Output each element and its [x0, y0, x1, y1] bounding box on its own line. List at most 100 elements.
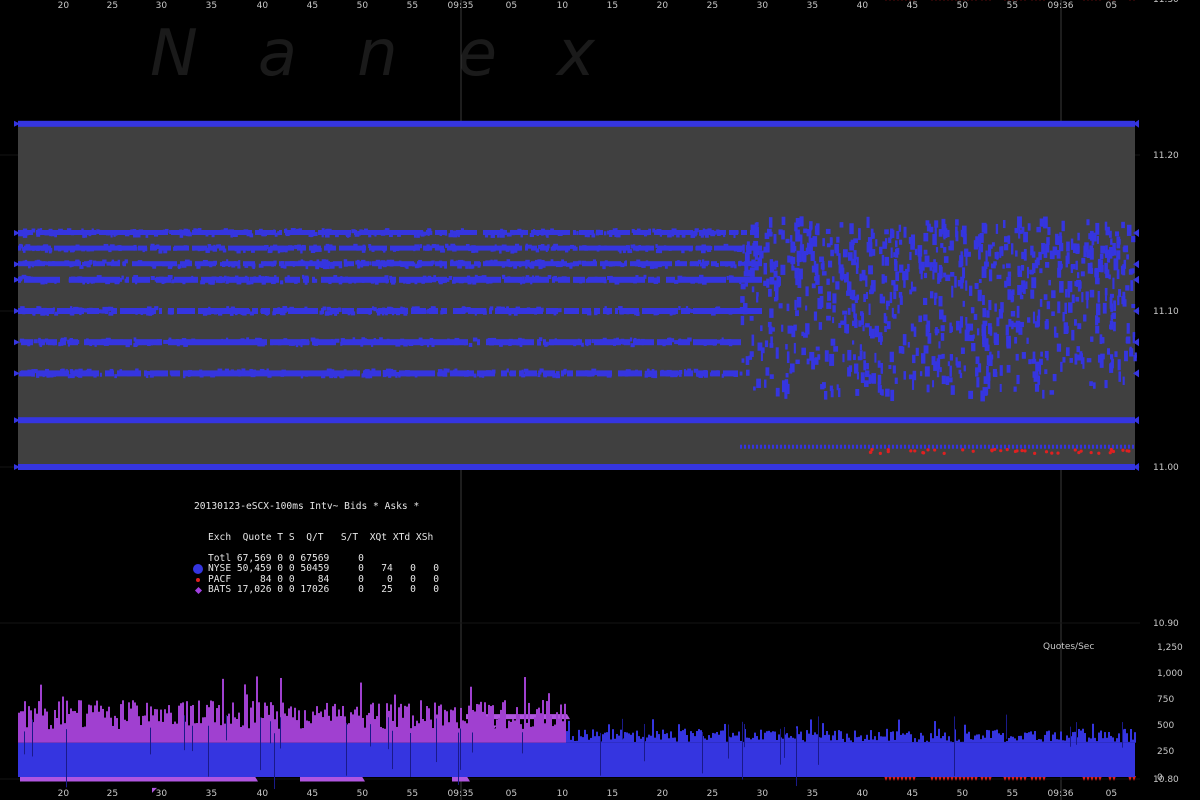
- nyse-quote: [750, 276, 753, 283]
- nyse-quote: [612, 245, 615, 251]
- bats-volume-bar: [246, 694, 248, 743]
- nyse-quote: [636, 370, 639, 377]
- nyse-quote: [261, 245, 264, 251]
- nyse-quote: [387, 261, 390, 267]
- nyse-quote: [105, 339, 108, 346]
- nyse-quote: [1076, 272, 1080, 279]
- bats-volume-bar: [46, 711, 48, 743]
- nyse-quote: [147, 308, 150, 314]
- pacf-quote: [989, 0, 991, 1]
- nyse-quote: [830, 338, 836, 346]
- nyse-volume-bar: [768, 730, 770, 743]
- nyse-quote: [246, 370, 249, 377]
- nyse-quote: [456, 339, 459, 346]
- nyse-quote: [330, 276, 333, 283]
- nyse-volume-bar: [962, 741, 964, 743]
- nyse-volume-bar: [1102, 738, 1104, 743]
- nyse-quote: [510, 308, 513, 314]
- nyse-quote: [860, 444, 862, 449]
- nyse-quote: [513, 308, 516, 314]
- nyse-quote: [423, 339, 426, 346]
- nyse-quote: [93, 276, 96, 283]
- nyse-quote: [618, 261, 621, 267]
- nyse-quote: [624, 261, 627, 267]
- nyse-quote: [342, 308, 345, 314]
- nyse-quote: [888, 364, 892, 370]
- nyse-quote: [243, 339, 246, 346]
- nyse-quote: [759, 308, 762, 314]
- nyse-quote: [929, 291, 934, 299]
- nyse-quote: [861, 269, 866, 281]
- nyse-quote: [751, 286, 755, 293]
- nyse-quote: [189, 276, 192, 283]
- nyse-quote: [1112, 277, 1115, 290]
- nyse-quote: [117, 261, 120, 267]
- bats-volume-bar: [396, 726, 398, 743]
- nyse-quote: [24, 308, 27, 314]
- nyse-quote: [249, 370, 252, 377]
- nyse-volume-bar: [676, 741, 678, 743]
- nyse-quote: [756, 292, 759, 297]
- nyse-volume-bar: [1092, 723, 1094, 743]
- nyse-quote: [1047, 226, 1051, 235]
- nyse-quote: [240, 370, 243, 377]
- nyse-volume-bar: [672, 737, 674, 743]
- nyse-quote: [525, 261, 528, 267]
- bats-volume-bar: [544, 723, 546, 743]
- nyse-quote: [75, 245, 78, 251]
- nyse-quote: [552, 276, 555, 283]
- nyse-volume-bar: [576, 740, 578, 743]
- nyse-quote: [105, 370, 108, 377]
- nyse-quote: [393, 370, 396, 377]
- nyse-quote: [318, 339, 321, 346]
- nyse-quote: [249, 230, 252, 235]
- nyse-quote: [740, 444, 742, 449]
- nyse-quote: [563, 368, 567, 373]
- nyse-quote: [1057, 267, 1062, 278]
- time-tick-label: 45: [907, 789, 918, 799]
- pacf-quote: [926, 448, 930, 452]
- nyse-quote: [120, 245, 123, 251]
- nyse-quote: [1012, 444, 1014, 449]
- nyse-quote: [258, 245, 261, 251]
- bats-volume-bar: [258, 702, 260, 743]
- nyse-quote: [669, 261, 672, 267]
- nyse-quote: [258, 276, 261, 283]
- nyse-quote: [971, 343, 976, 352]
- nyse-quote: [411, 245, 414, 251]
- bats-volume-bar: [304, 710, 306, 743]
- nyse-quote: [797, 257, 800, 267]
- nyse-volume-bar: [1040, 739, 1042, 743]
- nyse-quote: [666, 276, 669, 283]
- nyse-quote: [213, 230, 216, 235]
- nyse-quote: [549, 308, 552, 314]
- nyse-quote: [763, 280, 767, 286]
- bats-volume-bar: [244, 684, 246, 743]
- pacf-quote: [1020, 448, 1024, 453]
- nyse-quote: [1110, 354, 1114, 360]
- nyse-quote: [366, 261, 369, 267]
- bats-volume-bar: [384, 728, 386, 743]
- nyse-quote: [171, 308, 174, 314]
- nyse-quote: [840, 444, 842, 449]
- bats-volume-bar: [510, 721, 512, 743]
- nyse-quote: [111, 308, 114, 314]
- nyse-quote: [27, 339, 30, 346]
- nyse-quote: [105, 308, 108, 314]
- nyse-quote: [785, 373, 789, 378]
- nyse-quote: [522, 261, 525, 267]
- nyse-quote: [468, 245, 471, 251]
- nyse-quote: [585, 261, 588, 267]
- bats-volume-bar: [498, 717, 500, 743]
- nyse-quote: [603, 276, 606, 283]
- nyse-quote: [1102, 302, 1107, 314]
- nyse-quote: [525, 230, 528, 235]
- nyse-volume-bar: [956, 740, 958, 743]
- nyse-quote: [585, 339, 588, 346]
- nyse-quote: [345, 276, 348, 283]
- nyse-quote: [60, 245, 63, 251]
- nyse-quote: [231, 276, 234, 283]
- nyse-quote: [522, 308, 525, 314]
- nyse-quote: [108, 370, 111, 377]
- nyse-quote: [33, 245, 36, 251]
